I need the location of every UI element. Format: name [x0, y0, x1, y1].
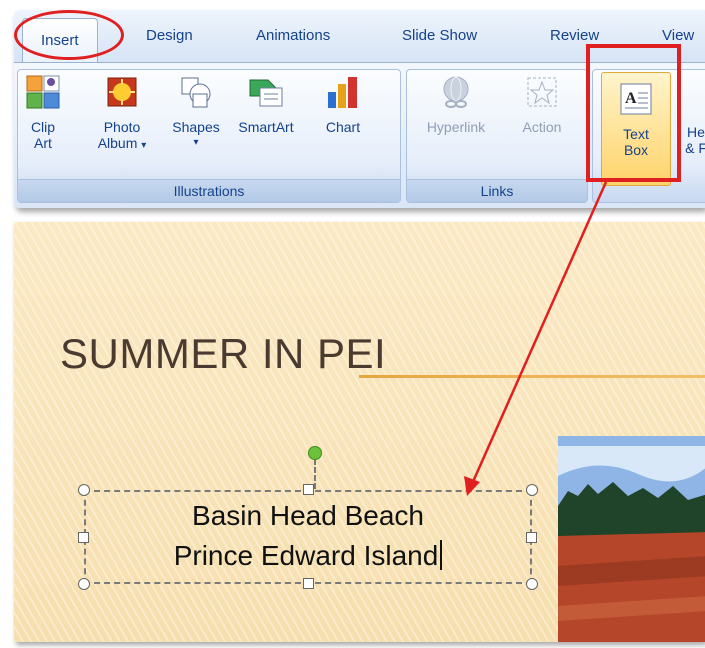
red-arrow: [464, 181, 608, 496]
